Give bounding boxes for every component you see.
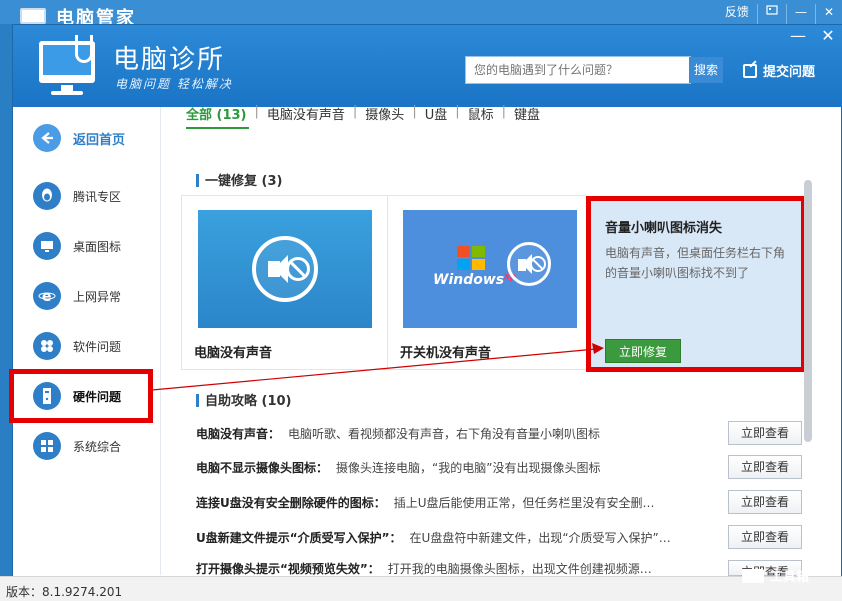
toolbox-button[interactable]: 工具箱	[742, 566, 809, 585]
annotation-arrow	[151, 343, 604, 391]
toolbox-icon	[742, 568, 764, 583]
toolbox-label: 工具箱	[770, 570, 810, 585]
status-bar: 版本：8.1.9274.201	[0, 576, 842, 601]
version-label: 版本：8.1.9274.201	[6, 585, 123, 599]
